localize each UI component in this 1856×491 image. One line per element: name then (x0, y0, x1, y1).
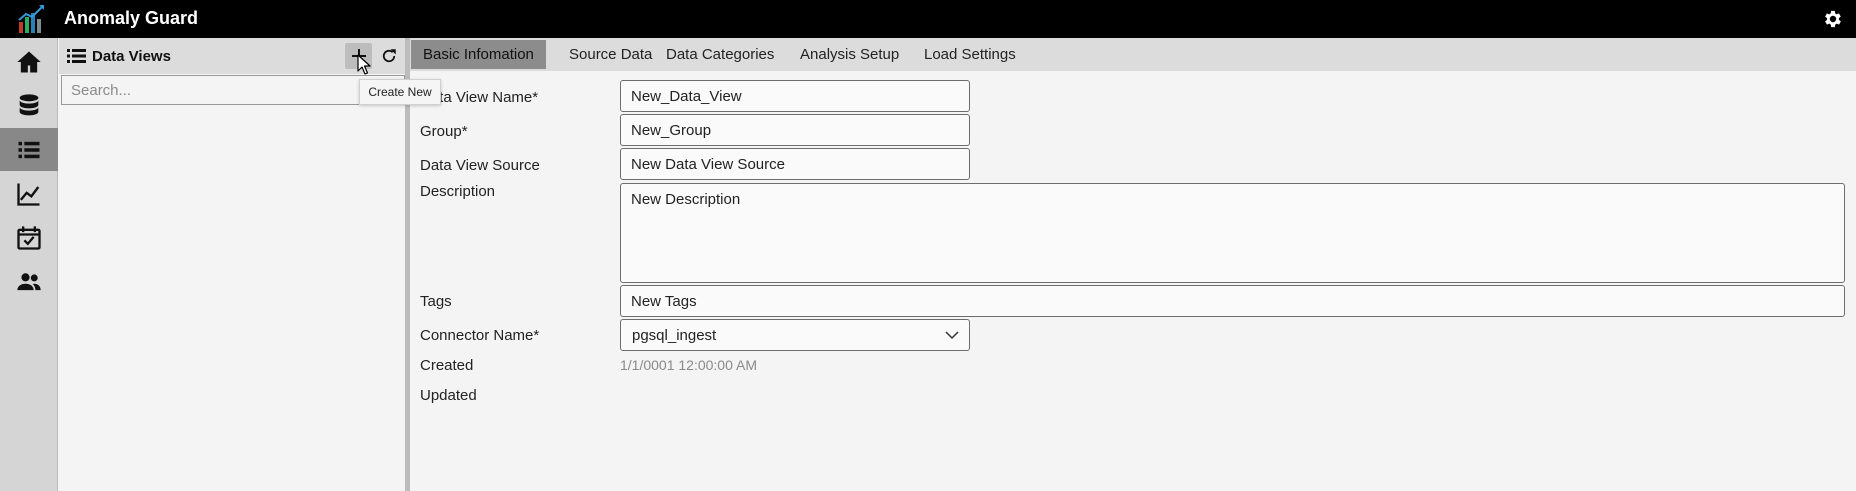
tab-load-settings[interactable]: Load Settings (912, 40, 1028, 69)
data-views-panel: Data Views (59, 38, 406, 491)
calendar-check-icon (17, 225, 41, 250)
tab-bar: Basic Infomation Source Data Data Catego… (410, 38, 1856, 71)
top-bar: Anomaly Guard (0, 0, 1856, 38)
list-icon (18, 141, 40, 158)
line-chart-icon (17, 183, 40, 206)
bar-chart-logo-icon (18, 5, 44, 33)
panel-splitter[interactable] (405, 38, 410, 491)
tab-basic-information[interactable]: Basic Infomation (411, 40, 546, 69)
chevron-down-icon (945, 331, 959, 340)
tags-input[interactable] (620, 285, 1845, 317)
gear-icon[interactable] (1822, 8, 1844, 30)
panel-title: Data Views (92, 48, 171, 65)
create-new-tooltip: Create New (359, 79, 441, 105)
tab-data-categories[interactable]: Data Categories (654, 40, 786, 69)
refresh-icon (382, 49, 396, 63)
users-icon (17, 272, 41, 290)
group-label: Group* (420, 123, 468, 140)
connector-name-label: Connector Name* (420, 327, 540, 344)
tags-label: Tags (420, 293, 452, 310)
nav-schedule[interactable] (0, 216, 58, 259)
app-title: Anomaly Guard (64, 8, 199, 28)
nav-users[interactable] (0, 260, 58, 303)
tab-source-data[interactable]: Source Data (557, 40, 664, 69)
created-value: 1/1/0001 12:00:00 AM (620, 357, 757, 373)
nav-analytics[interactable] (0, 172, 58, 215)
panel-header: Data Views (59, 38, 406, 74)
connector-name-select[interactable]: pgsql_ingest (620, 319, 970, 351)
mouse-pointer-icon (357, 54, 371, 75)
description-textarea[interactable]: New Description (620, 183, 1845, 283)
created-label: Created (420, 357, 474, 374)
data-view-name-input[interactable] (620, 80, 970, 112)
list-icon (67, 49, 86, 63)
connector-name-value: pgsql_ingest (632, 327, 717, 344)
search-input[interactable] (61, 75, 405, 105)
description-label: Description (420, 183, 496, 200)
nav-rail (0, 38, 58, 491)
updated-label: Updated (420, 387, 477, 404)
nav-data-views[interactable] (0, 128, 58, 171)
data-view-source-label: Data View Source (420, 157, 540, 174)
home-icon (17, 51, 41, 72)
tab-analysis-setup[interactable]: Analysis Setup (788, 40, 911, 69)
database-icon (19, 93, 39, 115)
data-view-source-input[interactable] (620, 148, 970, 180)
nav-home[interactable] (0, 40, 58, 83)
nav-database[interactable] (0, 84, 58, 127)
refresh-button[interactable] (376, 43, 402, 69)
group-input[interactable] (620, 114, 970, 146)
